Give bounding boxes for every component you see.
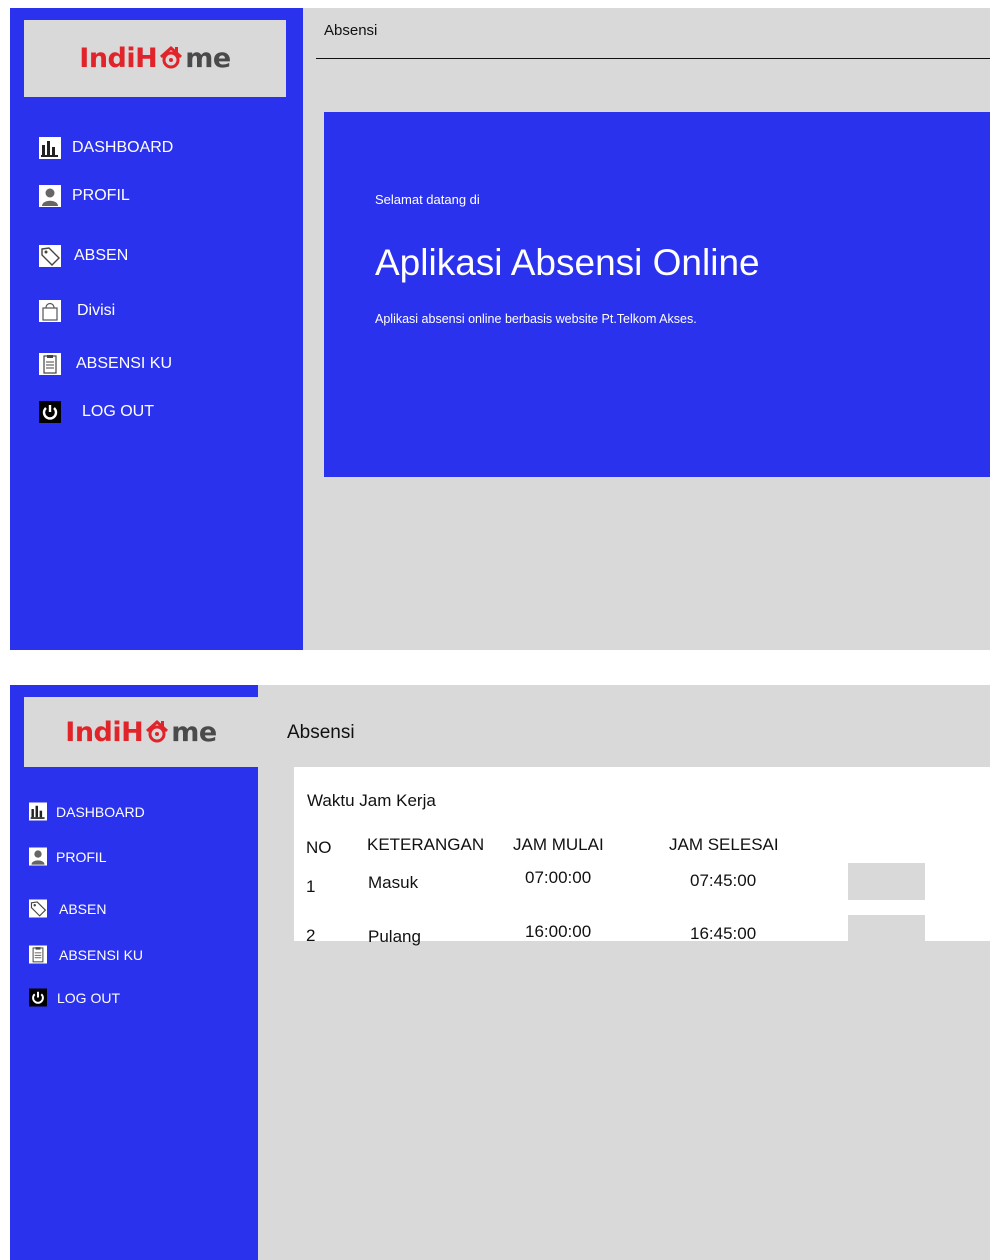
bar-chart-icon — [29, 802, 47, 821]
row-2-jam-mulai: 16:00:00 — [525, 922, 592, 941]
logo-text-me: me — [185, 43, 231, 74]
nav-absensi-ku[interactable]: ABSENSI KU — [39, 353, 172, 375]
row-2-action-button[interactable] — [848, 915, 925, 952]
user-icon — [29, 847, 47, 866]
row-1-jam-mulai: 07:00:00 — [525, 868, 592, 887]
house-icon — [144, 719, 170, 743]
logo-text-indi: Indi — [79, 43, 136, 74]
nav-label: ABSENSI KU — [59, 946, 144, 963]
welcome-intro: Selamat datang di — [375, 192, 480, 207]
dashboard-screen: IndiH me DASHBOARD PROFIL ABSEN Divisi A… — [10, 8, 990, 650]
nav-label: ABSEN — [59, 900, 107, 917]
row-1-jam-selesai: 07:45:00 — [690, 871, 757, 890]
nav-logout[interactable]: LOG OUT — [29, 988, 120, 1007]
absensi-screen: IndiH me DASHBOARD PROFIL ABSEN ABSENSI … — [10, 685, 990, 1260]
user-icon — [39, 185, 61, 207]
welcome-description: Aplikasi absensi online berbasis website… — [375, 312, 697, 326]
tag-icon — [39, 245, 61, 267]
nav-absensi-ku[interactable]: ABSENSI KU — [29, 945, 143, 964]
power-icon — [29, 988, 47, 1007]
row-1-action-button[interactable] — [848, 863, 925, 900]
column-header-no: NO — [306, 838, 332, 857]
nav-label: PROFIL — [72, 187, 130, 204]
tag-icon — [29, 899, 47, 918]
power-icon — [39, 401, 61, 423]
house-icon — [158, 45, 184, 69]
nav-label: LOG OUT — [57, 989, 121, 1006]
logo[interactable]: IndiH me — [24, 20, 286, 97]
row-2-keterangan: Pulang — [368, 927, 421, 946]
nav-label: DASHBOARD — [72, 139, 174, 156]
clipboard-icon — [29, 945, 47, 964]
logo-text-indi: Indi — [65, 716, 122, 748]
nav-divisi[interactable]: Divisi — [39, 300, 115, 322]
nav-label: ABSENSI KU — [76, 355, 173, 372]
welcome-title: Aplikasi Absensi Online — [375, 242, 760, 283]
nav-label: PROFIL — [56, 848, 107, 865]
nav-profil[interactable]: PROFIL — [29, 847, 107, 866]
bar-chart-icon — [39, 137, 61, 159]
column-header-jam-selesai: JAM SELESAI — [669, 835, 779, 854]
logo-text-h: H — [135, 43, 158, 74]
sidebar: IndiH me DASHBOARD PROFIL ABSEN ABSENSI … — [10, 685, 258, 1260]
sidebar: IndiH me DASHBOARD PROFIL ABSEN Divisi A… — [10, 8, 303, 650]
row-2-no: 2 — [306, 926, 316, 945]
nav-label: ABSEN — [74, 247, 129, 264]
welcome-banner: Selamat datang di Aplikasi Absensi Onlin… — [324, 112, 990, 477]
page-title: Absensi — [287, 722, 355, 743]
nav-label: DASHBOARD — [56, 803, 145, 820]
clipboard-icon — [39, 353, 61, 375]
page-title: Absensi — [324, 22, 378, 39]
logo[interactable]: IndiH me — [24, 697, 258, 767]
nav-profil[interactable]: PROFIL — [39, 185, 130, 207]
logo-text-h: H — [121, 716, 144, 748]
logo-text-me: me — [171, 716, 217, 748]
column-header-keterangan: KETERANGAN — [367, 835, 485, 854]
nav-dashboard[interactable]: DASHBOARD — [39, 137, 173, 159]
nav-label: Divisi — [77, 302, 116, 319]
work-hours-card: Waktu Jam Kerja NO KETERANGAN JAM MULAI … — [294, 767, 990, 952]
nav-dashboard[interactable]: DASHBOARD — [29, 802, 145, 821]
nav-absen[interactable]: ABSEN — [29, 899, 106, 918]
card-title: Waktu Jam Kerja — [307, 791, 436, 810]
nav-absen[interactable]: ABSEN — [39, 245, 128, 267]
column-header-jam-mulai: JAM MULAI — [513, 835, 604, 854]
bag-icon — [39, 300, 61, 322]
nav-logout[interactable]: LOG OUT — [39, 401, 154, 423]
nav-label: LOG OUT — [82, 403, 155, 420]
row-1-no: 1 — [306, 877, 316, 896]
row-1-keterangan: Masuk — [368, 873, 419, 892]
row-2-jam-selesai: 16:45:00 — [690, 924, 757, 943]
title-divider — [316, 58, 990, 59]
